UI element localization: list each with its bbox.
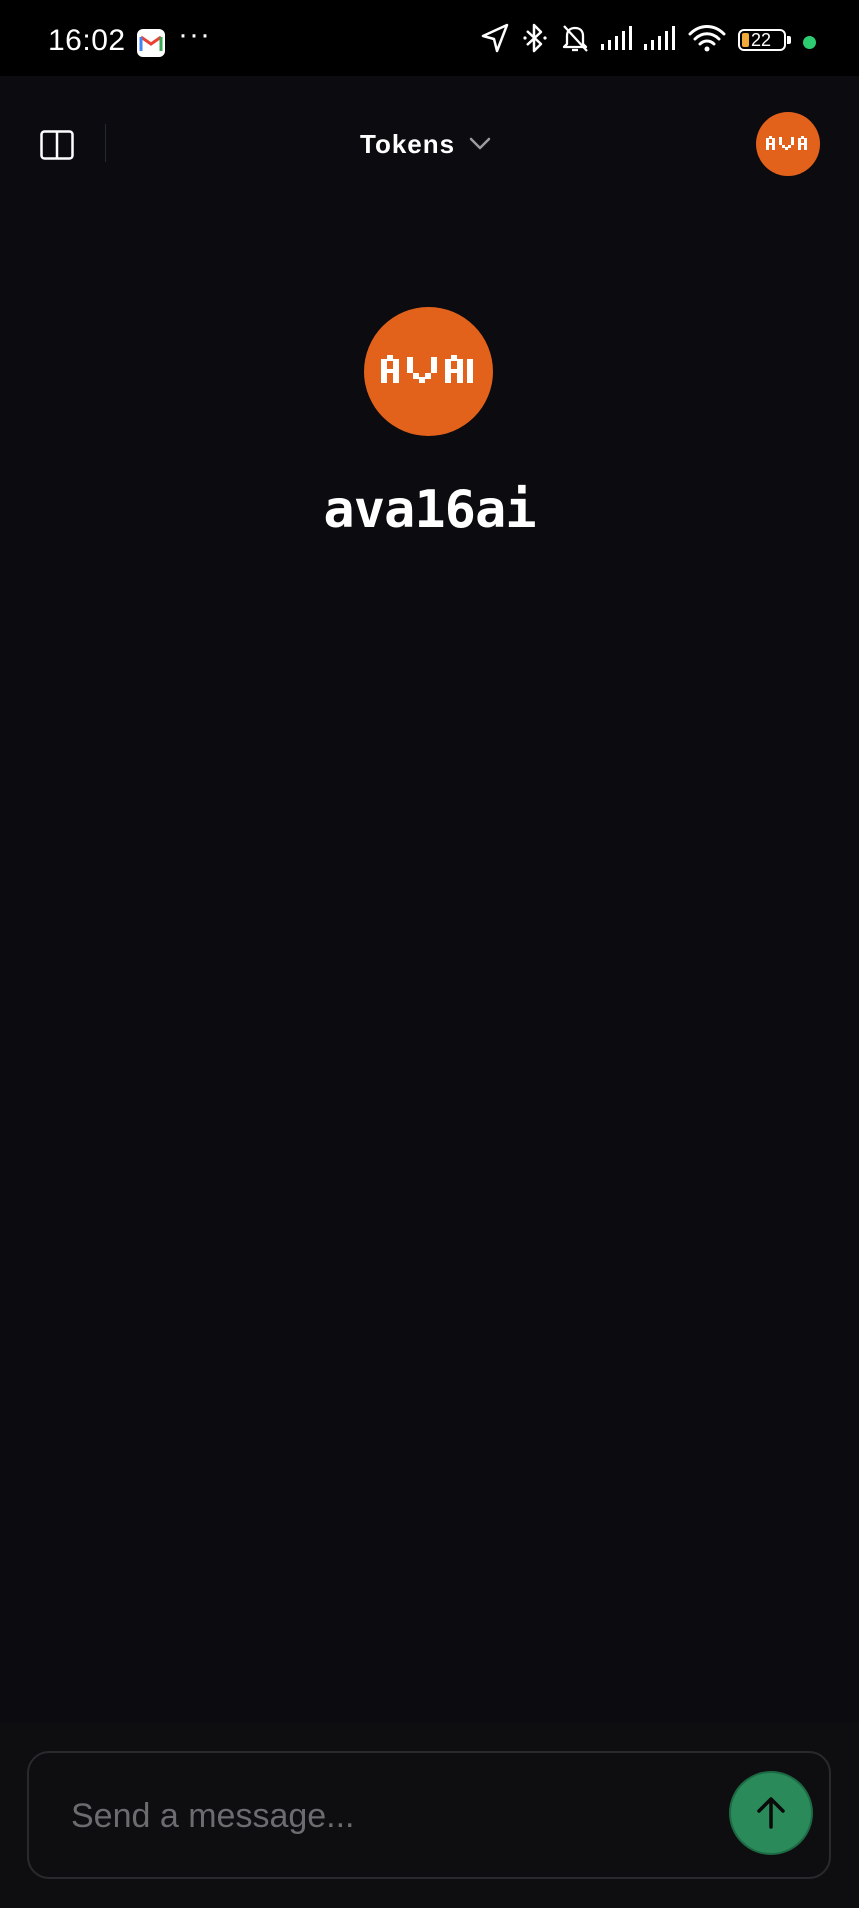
sidebar-toggle-icon [40,130,74,160]
location-icon [480,22,510,54]
more-notifications-indicator: ··· [178,18,211,51]
message-composer [27,1751,831,1879]
bluetooth-icon [522,22,548,54]
ava-logo-icon [766,136,807,150]
signal-icon [600,22,634,54]
arrow-up-icon [757,1797,785,1829]
agent-name: ava16ai [323,480,536,540]
wifi-icon [688,22,726,54]
privacy-dot-icon [803,36,816,49]
battery-tip [787,36,791,44]
ava-logo-icon [381,355,473,383]
agent-avatar [364,307,493,436]
message-input[interactable] [69,1783,713,1849]
header-divider [105,124,106,162]
battery-fill [742,33,749,47]
send-button[interactable] [729,1771,813,1855]
battery-icon: 22 [738,29,786,51]
signal-icon-2 [643,22,677,54]
status-time: 16:02 [48,24,126,57]
composer-area [0,1722,859,1908]
sidebar-toggle-button[interactable] [40,130,74,160]
app-screen: 16:02 ··· 22 Tokens ava16ai Send a messa… [0,0,859,1908]
model-selector-label: Tokens [360,128,456,159]
user-avatar-button[interactable] [756,112,820,176]
status-bar: 16:02 ··· 22 [0,0,859,76]
bell-off-icon [560,22,590,54]
gmail-icon [137,29,165,57]
app-header: Tokens [0,76,859,212]
battery-level: 22 [751,30,772,50]
model-selector-dropdown[interactable]: Tokens [360,124,491,164]
chevron-down-icon [469,137,491,150]
